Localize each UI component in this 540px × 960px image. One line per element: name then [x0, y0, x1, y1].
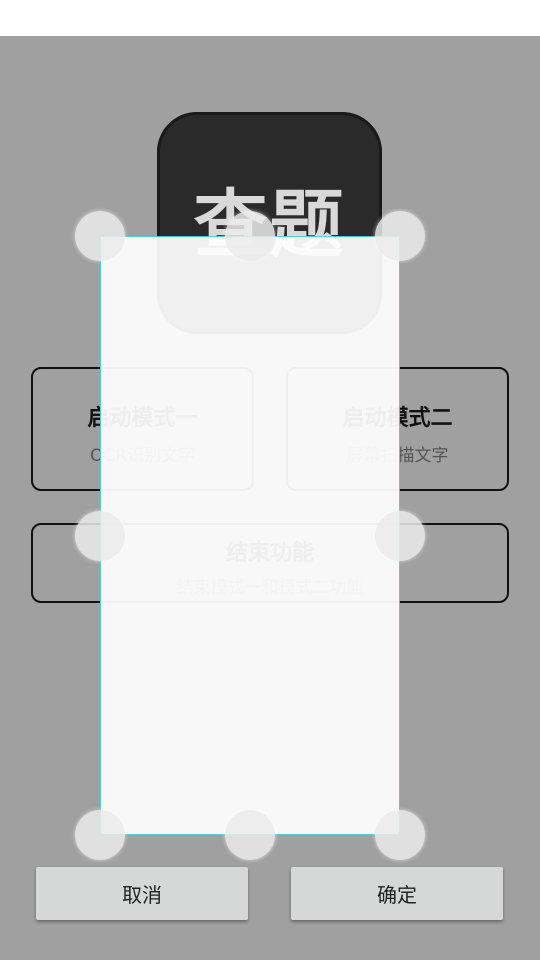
crop-handle-middle-right[interactable] — [375, 511, 425, 561]
crop-handle-top-center[interactable] — [225, 211, 275, 261]
status-bar — [0, 0, 540, 36]
crop-handle-bottom-center[interactable] — [225, 810, 275, 860]
cancel-button[interactable]: 取消 — [36, 867, 248, 920]
confirm-button[interactable]: 确定 — [291, 867, 503, 920]
crop-handle-top-right[interactable] — [375, 211, 425, 261]
crop-selection-box[interactable] — [100, 236, 400, 835]
crop-handle-bottom-right[interactable] — [375, 810, 425, 860]
crop-handle-middle-left[interactable] — [75, 511, 125, 561]
crop-handle-top-left[interactable] — [75, 211, 125, 261]
crop-handle-bottom-left[interactable] — [75, 810, 125, 860]
